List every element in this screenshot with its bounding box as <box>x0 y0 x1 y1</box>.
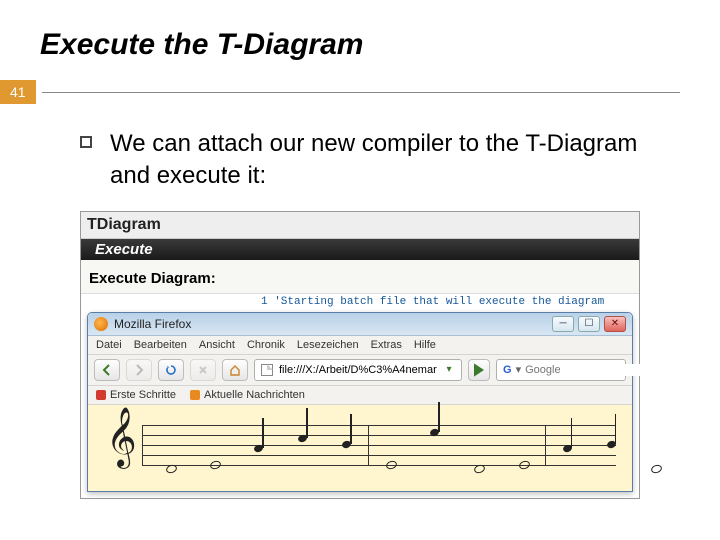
maximize-button[interactable]: ☐ <box>578 316 600 332</box>
address-dropdown-icon[interactable]: ▾ <box>443 364 455 376</box>
bookmark-label: Aktuelle Nachrichten <box>204 389 305 401</box>
address-bar[interactable]: ▾ <box>254 359 462 381</box>
slide-number-row: 41 <box>0 80 680 104</box>
home-button[interactable] <box>222 359 248 381</box>
notes-container <box>166 415 612 475</box>
back-button[interactable] <box>94 359 120 381</box>
whole-note <box>210 461 221 469</box>
menu-chronik[interactable]: Chronik <box>247 339 285 351</box>
bullet-item: We can attach our new compiler to the T-… <box>80 128 680 193</box>
tdiagram-header: TDiagram <box>81 212 639 239</box>
tdiagram-execute-bar: Execute <box>81 239 639 260</box>
whole-note <box>474 465 485 473</box>
tdiagram-subheading: Execute Diagram: <box>81 260 639 294</box>
search-input[interactable] <box>525 364 667 376</box>
menu-datei[interactable]: Datei <box>96 339 122 351</box>
firefox-toolbar: ▾ G▾ <box>88 355 632 386</box>
screenshot-panel: TDiagram Execute Execute Diagram: 1 'Sta… <box>80 211 640 499</box>
menu-hilfe[interactable]: Hilfe <box>414 339 436 351</box>
firefox-window: Mozilla Firefox ─ ☐ ✕ Datei Bearbeiten A… <box>87 312 633 492</box>
quarter-note <box>298 435 307 442</box>
search-box[interactable]: G▾ <box>496 359 626 381</box>
tdiagram-brand: TDiagram <box>87 216 633 234</box>
quarter-note <box>607 441 616 448</box>
music-staff: 𝄞 <box>96 415 622 475</box>
whole-note <box>651 465 662 473</box>
menu-extras[interactable]: Extras <box>371 339 402 351</box>
treble-clef-icon: 𝄞 <box>106 411 137 463</box>
url-input[interactable] <box>279 364 437 376</box>
minimize-button[interactable]: ─ <box>552 316 574 332</box>
forward-button[interactable] <box>126 359 152 381</box>
whole-note <box>519 461 530 469</box>
bookmark-aktuelle-nachrichten[interactable]: Aktuelle Nachrichten <box>190 389 305 401</box>
quarter-note <box>254 445 263 452</box>
firefox-menubar: Datei Bearbeiten Ansicht Chronik Lesezei… <box>88 336 632 355</box>
bookmark-label: Erste Schritte <box>110 389 176 401</box>
menu-bearbeiten[interactable]: Bearbeiten <box>134 339 187 351</box>
slide-title: Execute the T-Diagram <box>40 28 680 62</box>
bookmark-erste-schritte[interactable]: Erste Schritte <box>96 389 176 401</box>
page-icon <box>261 364 273 376</box>
firefox-title: Mozilla Firefox <box>114 317 548 331</box>
menu-ansicht[interactable]: Ansicht <box>199 339 235 351</box>
quarter-note <box>342 441 351 448</box>
bullet-text: We can attach our new compiler to the T-… <box>110 128 680 193</box>
go-button[interactable] <box>468 359 490 381</box>
stop-button[interactable] <box>190 359 216 381</box>
bookmark-icon <box>96 390 106 400</box>
menu-lesezeichen[interactable]: Lesezeichen <box>297 339 359 351</box>
divider <box>42 92 680 93</box>
barline <box>545 425 546 465</box>
bullet-marker-icon <box>80 136 92 148</box>
svg-content-area: 𝄞 <box>88 405 632 491</box>
slide-number-badge: 41 <box>0 80 36 104</box>
reload-button[interactable] <box>158 359 184 381</box>
quarter-note <box>430 429 439 436</box>
firefox-titlebar: Mozilla Firefox ─ ☐ ✕ <box>88 313 632 336</box>
rss-icon <box>190 390 200 400</box>
quarter-note <box>563 445 572 452</box>
google-icon: G <box>503 364 512 376</box>
whole-note <box>166 465 177 473</box>
whole-note <box>386 461 397 469</box>
firefox-bookmarks-bar: Erste Schritte Aktuelle Nachrichten <box>88 386 632 405</box>
tdiagram-code-line: 1 'Starting batch file that will execute… <box>81 294 639 312</box>
firefox-logo-icon <box>94 317 108 331</box>
close-button[interactable]: ✕ <box>604 316 626 332</box>
barline <box>368 425 369 465</box>
